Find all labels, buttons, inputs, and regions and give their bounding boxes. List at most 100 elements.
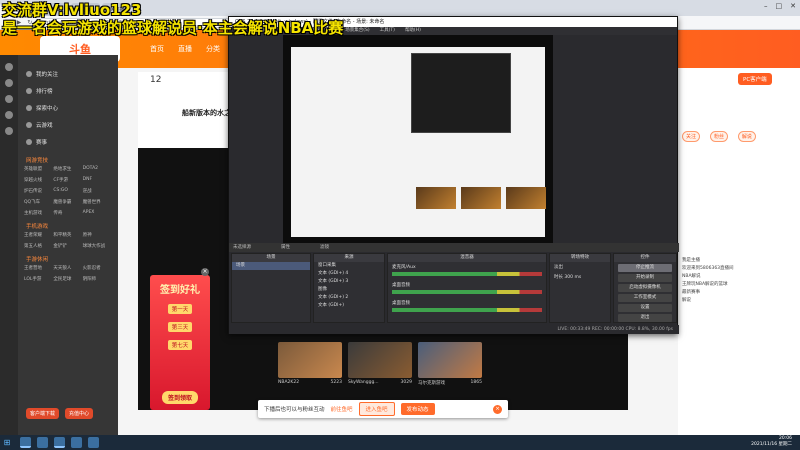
game-link[interactable]: 和平精英 (53, 232, 82, 238)
heart-icon[interactable] (5, 63, 13, 71)
game-link[interactable]: 英雄联盟 (24, 166, 53, 172)
game-link[interactable]: 绝地求生 (53, 166, 82, 172)
app-taskbar-icon[interactable] (71, 437, 82, 448)
follow-button[interactable]: 关注 (682, 131, 701, 142)
game-link[interactable]: 火影忍者 (83, 265, 112, 271)
cloud-icon (26, 121, 32, 128)
nav-category[interactable]: 分类 (206, 44, 220, 54)
game-link[interactable]: 王者营地 (24, 265, 53, 271)
source-item[interactable]: 窗口采集 (314, 262, 384, 270)
game-link[interactable]: 金铲铲 (53, 243, 82, 249)
pc-client-button[interactable]: PC客户端 (738, 73, 772, 85)
menu-follow[interactable]: 我的关注 (18, 65, 118, 82)
recharge-button[interactable]: 充值中心 (65, 408, 94, 419)
game-link[interactable]: 阴阳师 (83, 276, 112, 282)
recommend-thumb[interactable] (278, 342, 342, 378)
promo-day: 第三天 (167, 322, 193, 332)
game-link[interactable]: 王者荣耀 (24, 232, 53, 238)
cloud-icon[interactable] (5, 111, 13, 119)
source-item[interactable]: 文本 (GDI+) 2 (314, 294, 384, 302)
fans-button[interactable]: 粉丝 (709, 131, 728, 142)
game-link[interactable]: DNF (83, 177, 112, 183)
obs-menu-tools[interactable]: 工具(T) (380, 27, 395, 35)
game-link[interactable]: 魔兽世界 (83, 199, 112, 205)
windows-start-icon[interactable]: ⊞ (0, 435, 14, 450)
signin-button[interactable]: 签到领取 (161, 391, 198, 404)
game-link[interactable]: 魔兽争霸 (53, 199, 82, 205)
transition-select[interactable]: 淡出 (550, 262, 610, 272)
game-link[interactable]: 穿越火线 (24, 177, 53, 183)
transitions-panel: 转场特效 淡出 时长 300 ms (549, 253, 611, 323)
menu-section-title[interactable]: 网游竞技 (18, 150, 118, 166)
fun-games-grid: 王者营地 天天狼人 火影忍者 LOL手游 全民足球 阴阳师 (18, 265, 118, 282)
recommend-thumb[interactable] (348, 342, 412, 378)
filters-button[interactable]: 滤镜 (320, 243, 329, 252)
browser-taskbar-icon[interactable] (20, 437, 31, 448)
volume-meter[interactable] (392, 290, 542, 294)
game-link[interactable]: 传奇 (53, 210, 82, 216)
game-link[interactable]: 逆战 (83, 188, 112, 194)
client-download-button[interactable]: 客户端下载 (26, 408, 60, 419)
trophy-icon[interactable] (5, 127, 13, 135)
close-icon[interactable]: × (201, 268, 209, 276)
game-link[interactable]: CS:GO (53, 188, 82, 194)
source-item[interactable]: 文本 (GDI+) (314, 302, 384, 310)
source-item[interactable]: 图像 (314, 286, 384, 294)
close-icon[interactable]: ✕ (790, 2, 796, 10)
settings-button[interactable]: 设置 (618, 304, 672, 312)
game-link[interactable]: QQ飞车 (24, 199, 53, 205)
toast-link[interactable]: 前往鱼吧 (331, 405, 353, 413)
close-icon[interactable]: × (493, 404, 502, 414)
stop-streaming-button[interactable]: 停止推流 (618, 264, 672, 272)
start-recording-button[interactable]: 开始录制 (618, 274, 672, 282)
mixer-name: 桌面音频 (392, 283, 410, 288)
game-link[interactable]: 原神 (83, 232, 112, 238)
obs-taskbar-icon[interactable] (54, 437, 65, 448)
app-taskbar-icon[interactable] (88, 437, 99, 448)
menu-section-title[interactable]: 手机游戏 (18, 216, 118, 232)
game-link[interactable]: 球球大作战 (83, 243, 112, 249)
system-clock[interactable]: 20:06 2021/11/16 星期二 (751, 436, 792, 448)
virtual-camera-button[interactable]: 启动虚拟摄像机 (618, 284, 672, 292)
game-link[interactable]: DOTA2 (83, 166, 112, 172)
post-update-button[interactable]: 发布动态 (400, 403, 435, 415)
game-link[interactable]: LOL手游 (24, 276, 53, 282)
commentary-button[interactable]: 解说 (737, 131, 756, 142)
game-link[interactable]: 炉石传说 (24, 188, 53, 194)
game-link[interactable]: APEX (83, 210, 112, 216)
nav-home[interactable]: 首页 (150, 44, 164, 54)
volume-meter[interactable] (392, 272, 542, 276)
room-info-line: 我是主播 (682, 258, 700, 263)
signin-promo[interactable]: 签到好礼 第一天 第三天 第七天 签到领取 (150, 275, 210, 410)
nav-live[interactable]: 直播 (178, 44, 192, 54)
menu-cloud-game[interactable]: 云游戏 (18, 116, 118, 133)
studio-mode-button[interactable]: 工作室模式 (618, 294, 672, 302)
menu-rank[interactable]: 排行榜 (18, 82, 118, 99)
recommend-thumb[interactable] (418, 342, 482, 378)
game-link[interactable]: CF手游 (53, 177, 82, 183)
maximize-icon[interactable]: □ (776, 2, 783, 10)
menu-events[interactable]: 赛事 (18, 133, 118, 150)
minimize-icon[interactable]: – (764, 2, 768, 10)
enter-forum-button[interactable]: 进入鱼吧 (358, 402, 395, 416)
source-item[interactable]: 文本 (GDI+) 4 (314, 270, 384, 278)
obs-menu-scene-collection[interactable]: 场景集合(S) (345, 27, 369, 35)
menu-section-title[interactable]: 手游休闲 (18, 249, 118, 265)
scene-item[interactable]: 场景 (232, 262, 310, 270)
menu-explore[interactable]: 探索中心 (18, 99, 118, 116)
compass-icon[interactable] (5, 95, 13, 103)
source-item[interactable]: 文本 (GDI+) 3 (314, 278, 384, 286)
game-link[interactable]: 全民足球 (53, 276, 82, 282)
game-link[interactable]: 主机游戏 (24, 210, 53, 216)
history-icon[interactable] (5, 79, 13, 87)
game-link[interactable]: 第五人格 (24, 243, 53, 249)
obs-preview[interactable] (283, 35, 553, 250)
preview-capture (291, 47, 546, 237)
explorer-taskbar-icon[interactable] (37, 437, 48, 448)
volume-meter[interactable] (392, 308, 542, 312)
properties-button[interactable]: 属性 (281, 243, 290, 252)
transition-duration[interactable]: 时长 300 ms (550, 272, 610, 282)
obs-menu-help[interactable]: 帮助(H) (405, 27, 421, 35)
exit-button[interactable]: 退出 (618, 314, 672, 322)
game-link[interactable]: 天天狼人 (53, 265, 82, 271)
